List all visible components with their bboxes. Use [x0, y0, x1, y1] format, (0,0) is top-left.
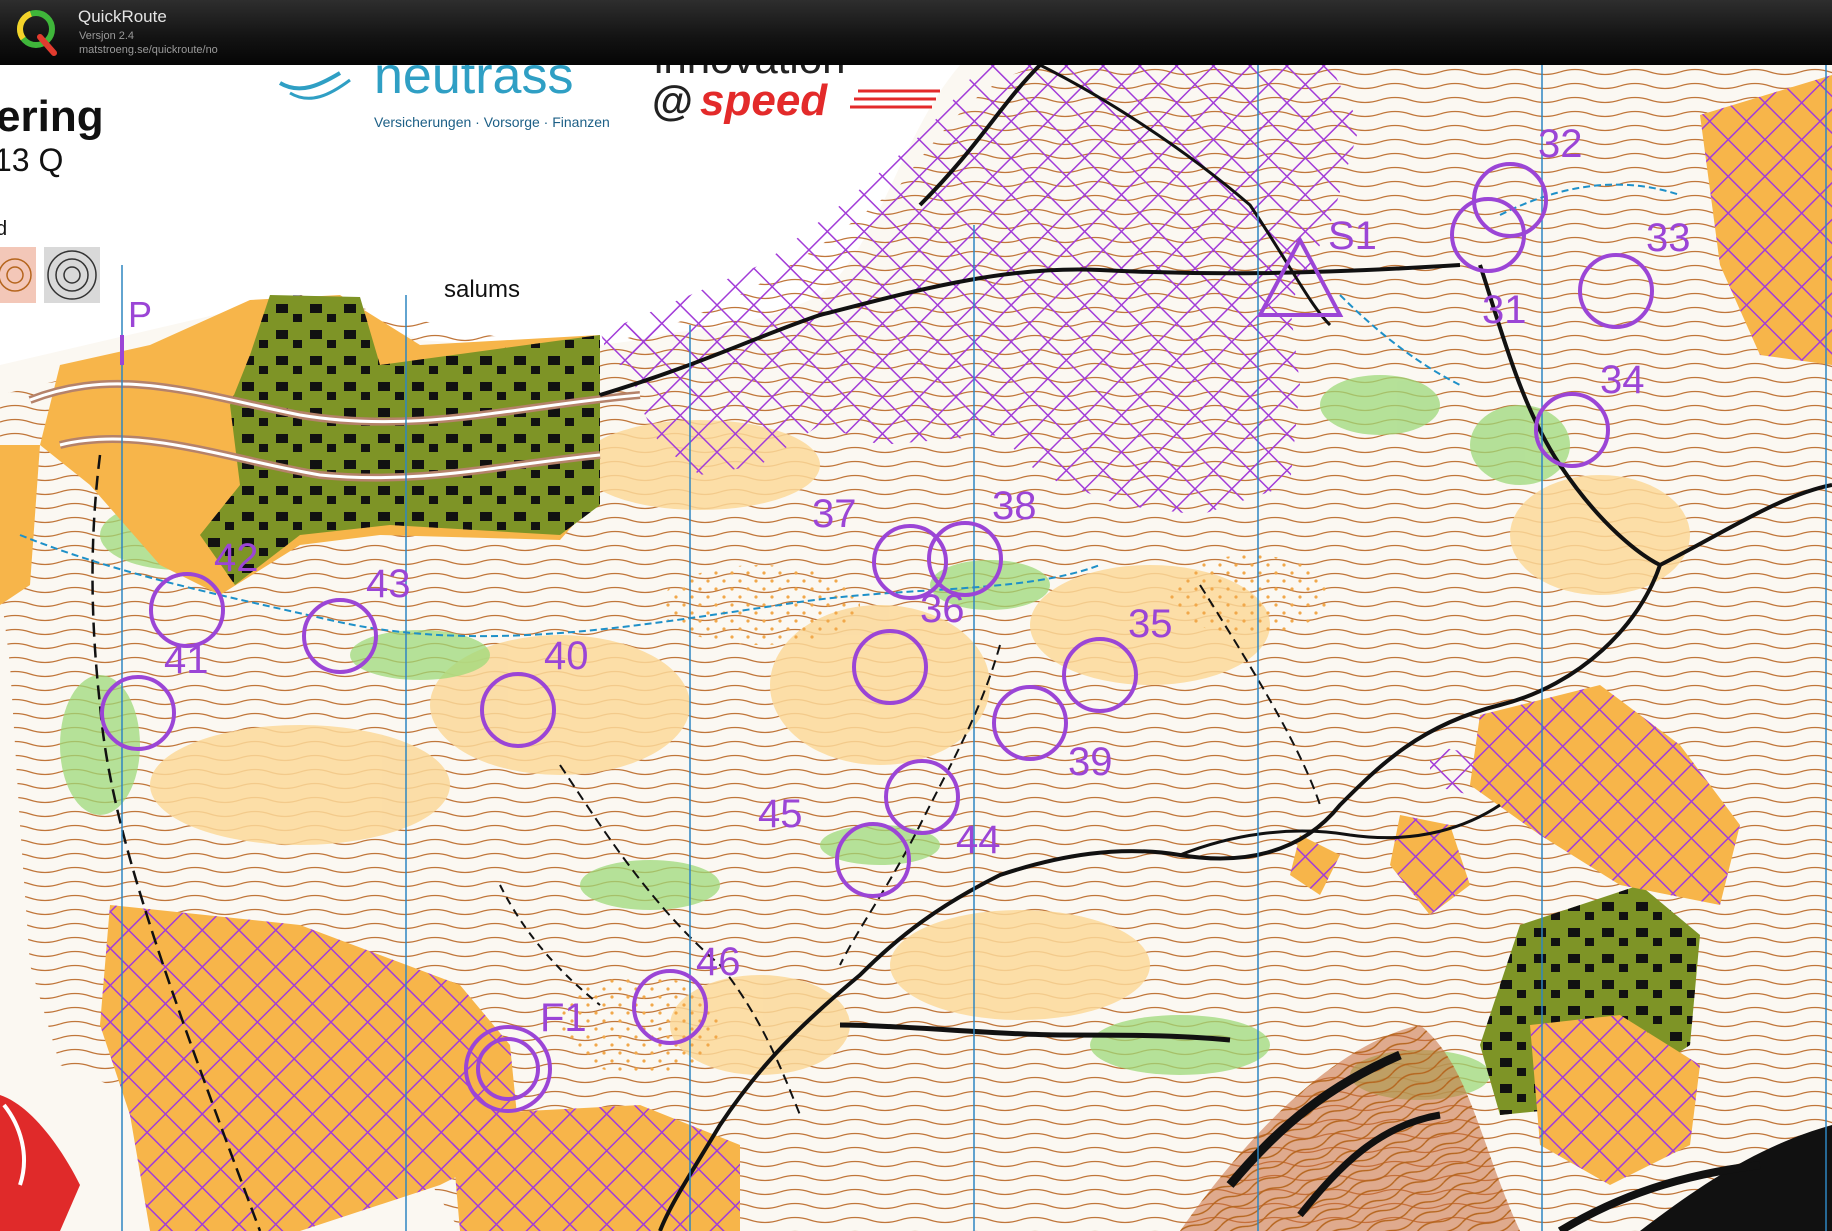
app-title: QuickRoute	[78, 7, 167, 26]
window-titlebar: QuickRoute Versjon 2.4 matstroeng.se/qui…	[0, 0, 1832, 65]
sponsor-tagline: Versicherungen · Vorsorge · Finanzen	[374, 114, 610, 130]
control-label-44: 44	[956, 818, 1001, 862]
speed-text: speed	[700, 76, 828, 125]
control-label-35: 35	[1128, 602, 1173, 646]
control-label-37: 37	[812, 492, 857, 536]
control-label-38: 38	[992, 484, 1037, 528]
orienteering-map[interactable]: neutrass Versicherungen · Vorsorge · Fin…	[0, 65, 1832, 1231]
control-label-f1: F1	[540, 996, 587, 1040]
control-label-46: 46	[696, 940, 741, 984]
control-label-45: 45	[758, 792, 803, 836]
app-version: Versjon 2.4	[79, 30, 135, 42]
control-label-41: 41	[164, 638, 209, 682]
control-label-33: 33	[1646, 216, 1691, 260]
control-label-34: 34	[1600, 358, 1645, 402]
event-title-fragment: ering	[0, 92, 104, 141]
place-name-salums: salums	[444, 276, 520, 303]
control-label-36: 36	[920, 587, 965, 631]
control-label-s1: S1	[1328, 214, 1377, 258]
control-label-31: 31	[1482, 288, 1527, 332]
sponsor-name: neutrass	[374, 65, 573, 105]
event-subtitle-fragment: 13 Q	[0, 142, 63, 178]
legend-swatches	[0, 247, 100, 303]
quickroute-logo-icon	[17, 10, 57, 56]
control-label-39: 39	[1068, 740, 1113, 784]
parking-label: P	[128, 294, 152, 335]
legend-text-fragment: d	[0, 218, 7, 240]
at-sign: @	[652, 77, 693, 124]
control-label-43: 43	[366, 562, 411, 606]
app-url: matstroeng.se/quickroute/no	[79, 44, 218, 56]
control-label-32: 32	[1538, 122, 1583, 166]
control-label-40: 40	[544, 634, 589, 678]
control-label-42: 42	[214, 536, 259, 580]
